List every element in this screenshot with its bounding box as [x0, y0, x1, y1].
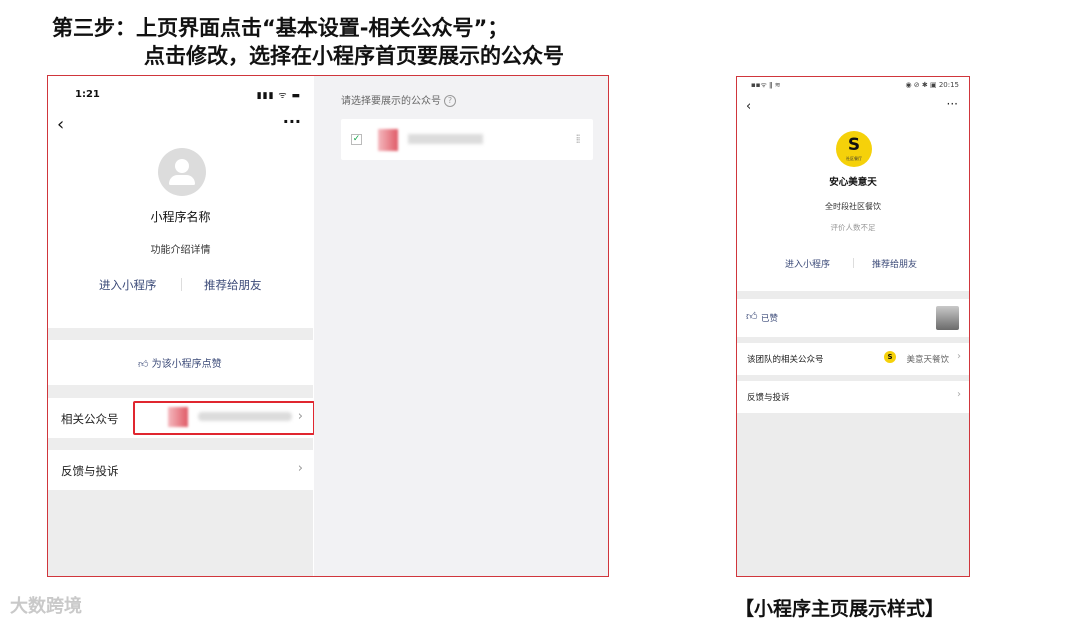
chevron-right-icon: › — [957, 389, 961, 400]
rating-status: 评价人数不足 — [830, 223, 876, 232]
chevron-left-icon[interactable]: ‹ — [57, 114, 64, 135]
enter-mini-program-link[interactable]: 进入小程序 — [785, 257, 830, 270]
app-name: 小程序名称 — [150, 210, 211, 224]
left-screenshot-frame: 1:21 ▮▮▮ ᯤ ▬ ‹ ··· 小程序名称 功能介绍详情 进入小程序 推荐… — [47, 75, 609, 577]
highlight-annotation-box — [133, 401, 315, 435]
help-icon[interactable]: ? — [444, 95, 456, 107]
more-icon[interactable]: ··· — [947, 97, 958, 111]
recommend-to-friend-link[interactable]: 推荐给朋友 — [204, 277, 262, 293]
recommend-to-friend-link[interactable]: 推荐给朋友 — [872, 257, 917, 270]
feedback-complaint-row[interactable]: 反馈与投诉 › — [48, 450, 313, 490]
status-right-icons: ◉ ⊘ ✱ ▣ 20:15 — [905, 81, 959, 89]
heading-line-2: 点击修改，选择在小程序首页要展示的公众号 — [144, 44, 564, 68]
shop-profile-header: ▪▪ᯤ ǁ ≋ ◉ ⊘ ✱ ▣ 20:15 ‹ ··· S 社区餐厅 安心美意天… — [737, 77, 969, 291]
heading-line-1: 第三步：上页界面点击“基本设置-相关公众号”； — [52, 16, 509, 40]
thumbs-up-icon: 👍︎ — [746, 310, 758, 323]
related-account-name: 美意天餐饮 — [906, 355, 949, 365]
preview-caption: 【小程序主页展示样式】 — [735, 598, 945, 620]
more-icon[interactable]: ··· — [283, 112, 301, 131]
blurred-account-name — [408, 134, 483, 144]
mini-program-profile-screen: 1:21 ▮▮▮ ᯤ ▬ ‹ ··· 小程序名称 功能介绍详情 进入小程序 推荐… — [48, 76, 315, 576]
profile-header: 1:21 ▮▮▮ ᯤ ▬ ‹ ··· 小程序名称 功能介绍详情 进入小程序 推荐… — [48, 76, 313, 328]
feedback-label: 反馈与投诉 — [61, 464, 119, 478]
feedback-label: 反馈与投诉 — [747, 393, 790, 403]
picker-prompt: 请选择要展示的公众号? — [341, 92, 456, 107]
enter-mini-program-link[interactable]: 进入小程序 — [99, 277, 157, 293]
divider — [853, 258, 854, 268]
blurred-account-avatar — [378, 129, 398, 151]
chevron-right-icon: › — [297, 461, 303, 476]
user-avatar — [936, 306, 959, 330]
shop-name: 安心美意天 — [829, 177, 877, 188]
related-account-label: 该团队的相关公众号 — [747, 355, 824, 365]
like-label: 👍︎ 为该小程序点赞 — [138, 359, 222, 370]
avatar-placeholder-icon — [158, 148, 206, 196]
feedback-complaint-row[interactable]: 反馈与投诉 › — [737, 381, 969, 413]
drag-handle-icon[interactable]: ⁞⁞ — [575, 132, 580, 146]
account-picker-panel: 请选择要展示的公众号? ✓ ⁞⁞ — [314, 76, 608, 576]
account-logo-icon: S — [884, 351, 896, 363]
watermark-logo: 大数跨境 — [10, 596, 82, 617]
account-checkbox[interactable]: ✓ — [351, 134, 362, 145]
liked-row[interactable]: 👍︎ 已赞 — [737, 299, 969, 337]
shop-logo: S 社区餐厅 — [836, 131, 872, 167]
status-time: 1:21 — [75, 89, 100, 100]
instruction-heading: 第三步：上页界面点击“基本设置-相关公众号”； 点击修改，选择在小程序首页要展示… — [52, 14, 564, 70]
chevron-left-icon[interactable]: ‹ — [746, 99, 751, 114]
shop-description: 全时段社区餐饮 — [825, 202, 881, 211]
like-button[interactable]: 👍︎ 为该小程序点赞 — [48, 340, 313, 385]
liked-label: 已赞 — [761, 314, 779, 324]
status-icons: ▮▮▮ ᯤ ▬ — [256, 91, 301, 101]
app-description: 功能介绍详情 — [150, 245, 211, 256]
status-signal-icons: ▪▪ᯤ ǁ ≋ — [751, 81, 781, 89]
related-account-label: 相关公众号 — [61, 412, 119, 426]
related-official-account-row[interactable]: 该团队的相关公众号 S 美意天餐饮 › — [737, 343, 969, 375]
thumbs-up-icon: 👍︎ — [138, 359, 149, 370]
chevron-right-icon: › — [957, 351, 961, 362]
right-screenshot-frame: ▪▪ᯤ ǁ ≋ ◉ ⊘ ✱ ▣ 20:15 ‹ ··· S 社区餐厅 安心美意天… — [736, 76, 970, 577]
account-option[interactable]: ✓ ⁞⁞ — [341, 119, 593, 160]
divider — [181, 278, 182, 291]
